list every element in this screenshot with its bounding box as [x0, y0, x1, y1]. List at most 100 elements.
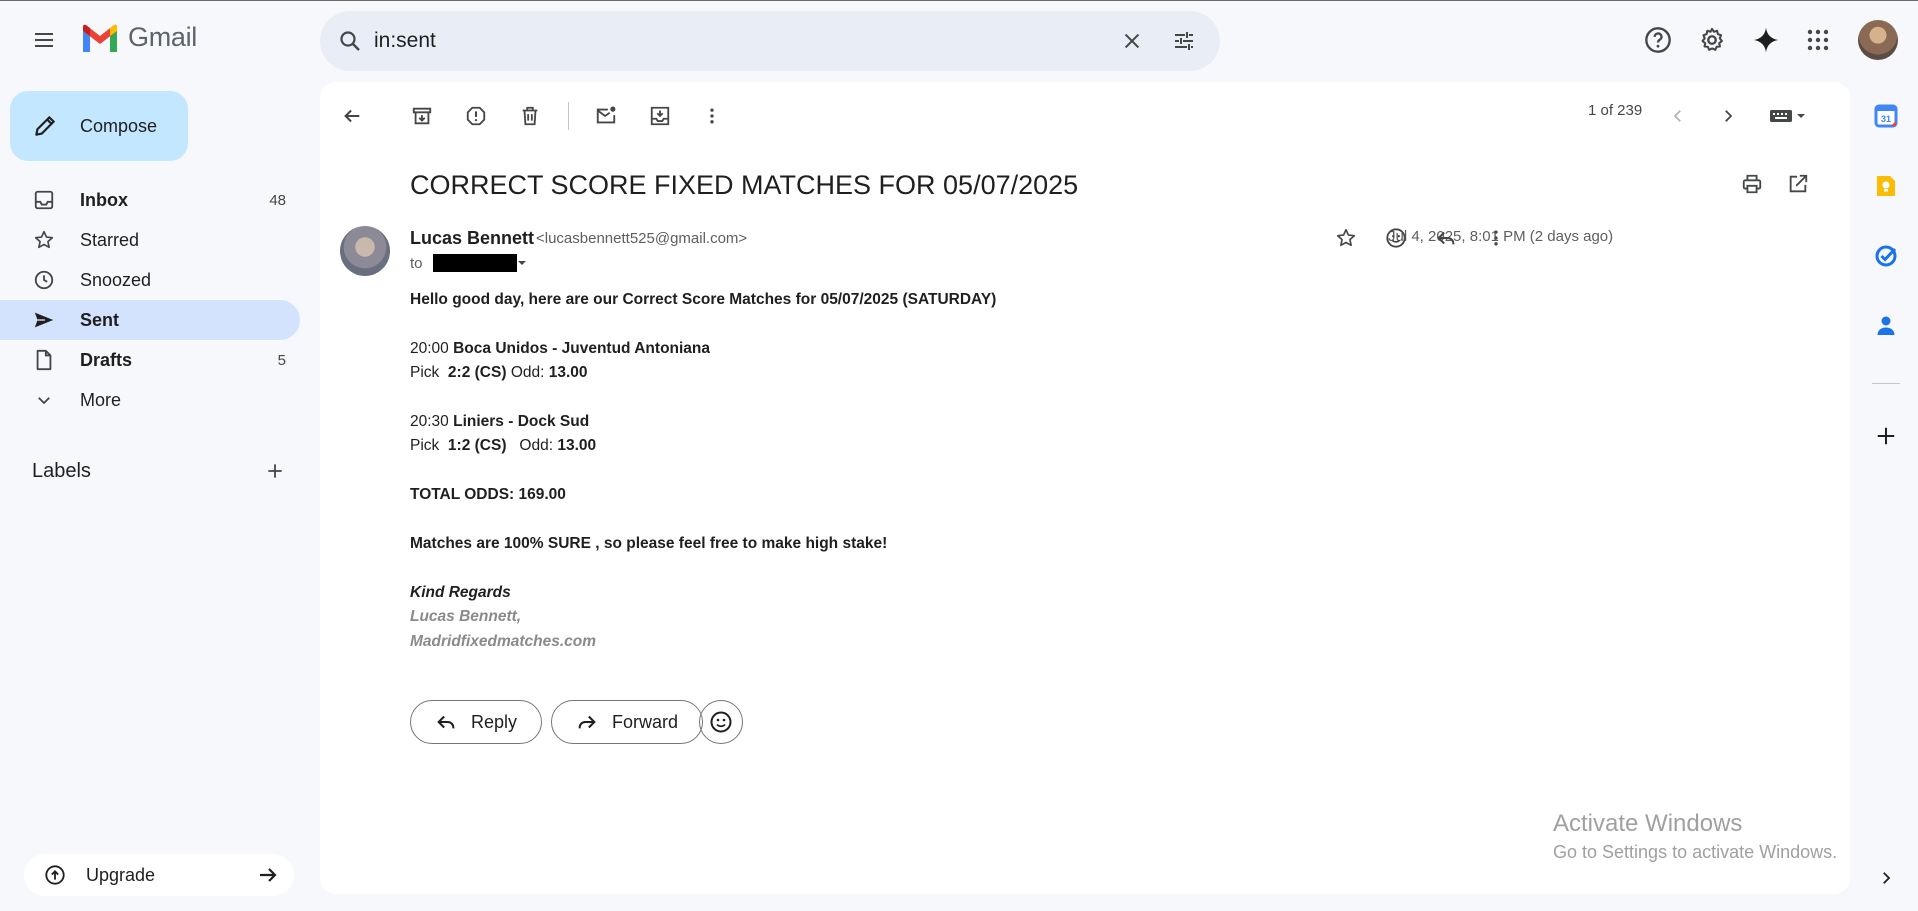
sidebar-item-label: Snoozed — [80, 269, 152, 290]
gemini-button[interactable] — [1746, 20, 1786, 60]
tasks-icon — [1875, 245, 1897, 267]
match-1-pick: Pick 2:2 (CS) Odd: 13.00 — [410, 361, 996, 385]
sidebar-item-label: Sent — [80, 309, 120, 330]
search-button[interactable] — [336, 27, 364, 55]
sender-name[interactable]: Lucas Bennett — [410, 228, 534, 249]
compose-button[interactable]: Compose — [10, 91, 188, 161]
settings-button[interactable] — [1692, 20, 1732, 60]
caret-down-icon[interactable] — [517, 258, 527, 268]
print-all-button[interactable] — [1732, 164, 1772, 204]
delete-button[interactable] — [510, 96, 550, 136]
compose-label: Compose — [80, 115, 158, 136]
get-addons-button[interactable] — [1868, 418, 1904, 454]
chevron-left-icon — [1673, 110, 1681, 122]
total-odds: TOTAL ODDS: 169.00 — [410, 486, 566, 504]
upgrade-label: Upgrade — [86, 864, 156, 885]
sidebar-item-snoozed[interactable]: Snoozed — [0, 260, 300, 300]
activation-watermark-title: Activate Windows — [1553, 810, 1743, 837]
tasks-app-button[interactable] — [1868, 238, 1904, 274]
unread-count: 48 — [269, 191, 286, 209]
more-actions-button[interactable] — [692, 96, 732, 136]
to-label: to — [410, 254, 423, 272]
star-button[interactable] — [1326, 218, 1366, 258]
google-apps-button[interactable] — [1798, 20, 1838, 60]
sidebar-item-more[interactable]: More — [0, 380, 300, 420]
upgrade-button[interactable]: Upgrade — [24, 854, 294, 896]
clock-icon — [32, 268, 56, 292]
keep-app-button[interactable] — [1868, 168, 1904, 204]
trash-icon — [522, 106, 538, 126]
email-subject: CORRECT SCORE FIXED MATCHES FOR 05/07/20… — [410, 170, 1079, 200]
mark-unread-button[interactable] — [586, 96, 626, 136]
activation-watermark-subtitle: Go to Settings to activate Windows. — [1553, 842, 1838, 862]
calendar-app-button[interactable]: 31 — [1868, 98, 1904, 134]
signoff: Kind Regards — [410, 583, 511, 601]
match-2: 20:30 Liniers - Dock Sud — [410, 410, 996, 434]
pick-value: 2:2 (CS) — [447, 364, 507, 382]
support-button[interactable] — [1638, 20, 1678, 60]
open-new-window-button[interactable] — [1778, 164, 1818, 204]
emoji-icon — [710, 711, 732, 733]
more-vert-icon — [710, 108, 714, 124]
arrow-back-icon — [344, 109, 360, 123]
match-teams: Boca Unidos - Juventud Antoniana — [453, 339, 711, 357]
labels-title: Labels — [32, 459, 91, 482]
reply-icon — [437, 715, 455, 729]
search-input[interactable] — [374, 23, 1104, 59]
match-1: 20:00 Boca Unidos - Juventud Antoniana — [410, 337, 996, 361]
move-to-button[interactable] — [640, 96, 680, 136]
close-icon — [1124, 33, 1140, 49]
main-menu-button[interactable] — [24, 20, 64, 60]
pick-value: 1:2 (CS) — [447, 437, 507, 455]
greeting-line: Hello good day, here are our Correct Sco… — [410, 291, 997, 308]
show-side-panel-button[interactable] — [1868, 860, 1904, 896]
hamburger-icon — [35, 33, 53, 47]
report-spam-button[interactable] — [456, 96, 496, 136]
create-label-button[interactable] — [260, 456, 290, 486]
star-icon — [32, 228, 56, 252]
account-avatar[interactable] — [1858, 20, 1898, 60]
chevron-right-icon — [1883, 872, 1891, 884]
message-more-button[interactable] — [1476, 218, 1516, 258]
emoji-reaction-button[interactable] — [699, 700, 743, 744]
sidebar-item-inbox[interactable]: Inbox 48 — [0, 180, 300, 220]
add-reaction-button[interactable] — [1376, 218, 1416, 258]
match-2-pick: Pick 1:2 (CS) Odd: 13.00 — [410, 434, 996, 458]
plus-icon — [268, 464, 282, 478]
report-icon — [466, 106, 486, 126]
sidebar-item-drafts[interactable]: Drafts 5 — [0, 340, 300, 380]
forward-label: Forward — [612, 711, 679, 732]
sidebar-item-starred[interactable]: Starred — [0, 220, 300, 260]
sidebar-nav: Inbox 48 Starred Snoozed Sent Drafts 5 M… — [0, 180, 300, 420]
pick-label: Pick — [410, 364, 440, 382]
clear-search-button[interactable] — [1114, 23, 1150, 59]
forward-pill-button[interactable]: Forward — [551, 700, 704, 744]
search-options-button[interactable] — [1166, 23, 1202, 59]
app-name: Gmail — [128, 22, 198, 52]
keyboard-icon — [1770, 110, 1805, 122]
older-button[interactable] — [1708, 96, 1748, 136]
print-icon — [1742, 174, 1762, 194]
newer-button[interactable] — [1658, 96, 1698, 136]
reply-button[interactable] — [1426, 218, 1466, 258]
sidebar-item-label: Starred — [80, 229, 140, 250]
inbox-icon — [32, 188, 56, 212]
sidebar-item-sent[interactable]: Sent — [0, 300, 300, 340]
gmail-logo[interactable]: Gmail — [80, 22, 197, 53]
odd-value: 13.00 — [557, 437, 597, 455]
star-icon — [1336, 228, 1356, 247]
redacted-recipient — [432, 254, 517, 272]
archive-button[interactable] — [402, 96, 442, 136]
sender-avatar[interactable] — [340, 226, 390, 276]
gear-icon — [1701, 27, 1723, 51]
reply-icon — [1437, 231, 1455, 245]
search-icon — [340, 31, 360, 51]
contacts-app-button[interactable] — [1868, 308, 1904, 344]
mark-unread-icon — [596, 106, 616, 124]
back-button[interactable] — [332, 96, 372, 136]
input-tools-button[interactable] — [1760, 96, 1816, 136]
top-bar: Gmail — [0, 0, 1918, 82]
reply-pill-button[interactable]: Reply — [410, 700, 543, 744]
assurance-note: Matches are 100% SURE , so please feel f… — [410, 535, 888, 552]
pick-label: Pick — [410, 437, 440, 455]
